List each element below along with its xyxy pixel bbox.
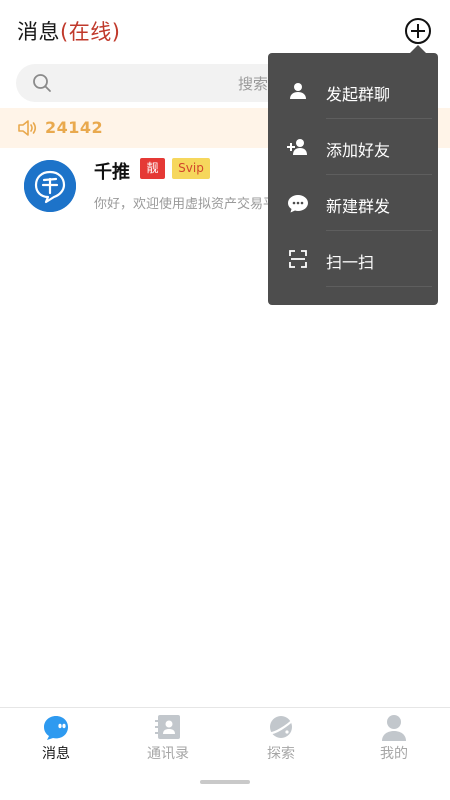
person-icon (286, 79, 310, 103)
profile-icon (379, 713, 409, 741)
menu-item-label: 添加好友 (326, 141, 391, 160)
plus-circle-icon[interactable] (404, 17, 432, 45)
speaker-icon (16, 117, 38, 139)
popup-menu: 发起群聊 添加好友 新建群发 扫一扫 (268, 45, 438, 305)
menu-item-label: 新建群发 (326, 197, 391, 216)
menu-item-new-broadcast[interactable]: 新建群发 (268, 175, 438, 231)
search-bar[interactable]: 搜索 (16, 64, 296, 102)
menu-divider (326, 286, 432, 287)
tab-label: 探索 (267, 746, 295, 762)
menu-item-start-group-chat[interactable]: 发起群聊 (268, 63, 438, 119)
menu-item-label: 扫一扫 (326, 253, 375, 272)
tab-explore[interactable]: 探索 (225, 708, 337, 778)
tab-label: 我的 (380, 746, 408, 762)
online-status: (在线) (60, 20, 121, 44)
tab-contacts[interactable]: 通讯录 (112, 708, 224, 778)
tab-label: 通讯录 (147, 746, 189, 762)
menu-item-label: 发起群聊 (326, 85, 391, 104)
tab-messages[interactable]: 消息 (0, 708, 112, 778)
search-icon (32, 73, 52, 93)
menu-item-scan[interactable]: 扫一扫 (268, 231, 438, 287)
contacts-icon (153, 713, 183, 741)
message-icon (41, 713, 71, 741)
chat-bubble-icon (286, 191, 310, 215)
bottom-tab-bar: 消息 通讯录 探索 我的 (0, 707, 450, 778)
page-title: 消息(在线) (17, 16, 120, 46)
menu-item-add-friend[interactable]: 添加好友 (268, 119, 438, 175)
home-indicator (200, 780, 250, 784)
liang-badge: 靓 (140, 158, 165, 179)
tab-label: 消息 (42, 746, 70, 762)
tab-profile[interactable]: 我的 (338, 708, 450, 778)
add-friend-icon (286, 135, 310, 159)
planet-icon (266, 713, 296, 741)
svip-badge: Svip (172, 158, 210, 179)
title-text: 消息 (17, 20, 60, 44)
notice-text: 24142 (45, 118, 104, 137)
conversation-name: 千推 (94, 162, 130, 183)
scan-icon (286, 247, 310, 271)
qiantui-logo-avatar (24, 160, 76, 212)
search-placeholder: 搜索 (238, 75, 269, 93)
conversation-preview: 你好，欢迎使用虚拟资产交易平台 (94, 197, 269, 212)
